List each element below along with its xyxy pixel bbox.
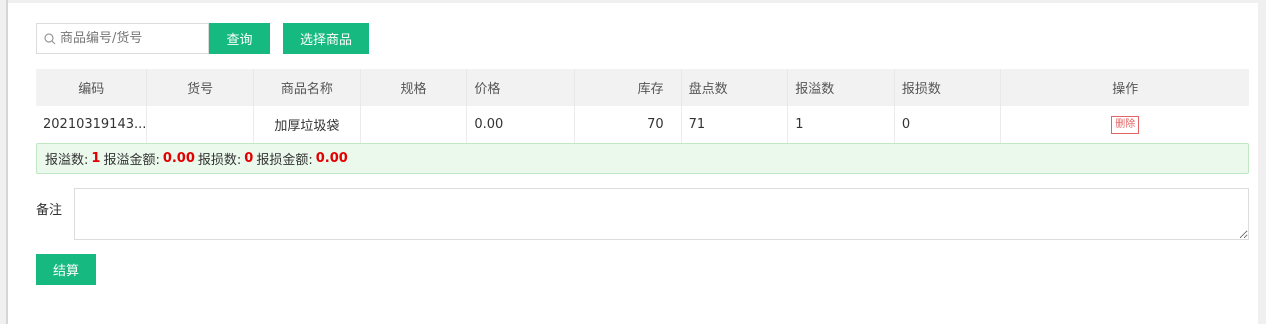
loss-count-label: 报损数:	[197, 153, 242, 168]
col-header-count: 盘点数	[681, 69, 789, 106]
delete-button[interactable]: 删除	[1111, 115, 1140, 134]
search-toolbar: 查询 选择商品	[36, 23, 369, 54]
window-right-border	[1258, 0, 1266, 324]
search-field[interactable]	[36, 23, 209, 54]
cell-overflow: 1	[787, 106, 895, 145]
overflow-amount-value: 0.00	[162, 151, 195, 166]
col-header-spec: 规格	[360, 69, 468, 106]
col-header-action: 操作	[1000, 69, 1249, 106]
overflow-count-label: 报溢数:	[45, 153, 89, 168]
loss-amount-value: 0.00	[315, 151, 348, 166]
cell-action: 删除	[1000, 106, 1249, 145]
remark-textarea[interactable]	[74, 188, 1249, 240]
loss-amount-label: 报损金额:	[256, 153, 313, 168]
col-header-overflow: 报溢数	[787, 69, 895, 106]
col-header-loss: 报损数	[894, 69, 1002, 106]
cell-loss: 0	[894, 106, 1002, 145]
window-top-border	[8, 0, 1266, 3]
table-row: 20210319143... 加厚垃圾袋 0.00 70 71 1 0 删除	[36, 106, 1249, 145]
cell-spec	[360, 106, 468, 145]
summary-bar: 报溢数: 1 报溢金额: 0.00 报损数: 0 报损金额: 0.00	[36, 143, 1249, 174]
cell-code: 20210319143...	[36, 106, 148, 145]
remark-label: 备注	[36, 203, 63, 218]
goods-table: 编码 货号 商品名称 规格 价格 库存 盘点数 报溢数 报损数 操作 20210…	[36, 69, 1249, 145]
cell-stock: 70	[574, 106, 682, 145]
settle-button[interactable]: 结算	[36, 254, 96, 285]
col-header-code: 编码	[36, 69, 148, 106]
col-header-price: 价格	[466, 69, 575, 106]
overflow-count-value: 1	[91, 151, 101, 166]
overflow-amount-label: 报溢金额:	[103, 153, 160, 168]
search-icon	[44, 32, 56, 44]
cell-price: 0.00	[466, 106, 575, 145]
col-header-name: 商品名称	[253, 69, 361, 106]
query-button[interactable]: 查询	[209, 23, 270, 54]
select-goods-button[interactable]: 选择商品	[283, 23, 369, 54]
cell-count[interactable]: 71	[681, 106, 789, 145]
cell-name: 加厚垃圾袋	[253, 106, 361, 145]
loss-count-value: 0	[244, 151, 254, 166]
col-header-sku: 货号	[146, 69, 254, 106]
table-header-row: 编码 货号 商品名称 规格 价格 库存 盘点数 报溢数 报损数 操作	[36, 69, 1249, 106]
window-left-border	[0, 0, 8, 324]
cell-sku	[146, 106, 254, 145]
search-input[interactable]	[60, 31, 200, 46]
col-header-stock: 库存	[574, 69, 682, 106]
